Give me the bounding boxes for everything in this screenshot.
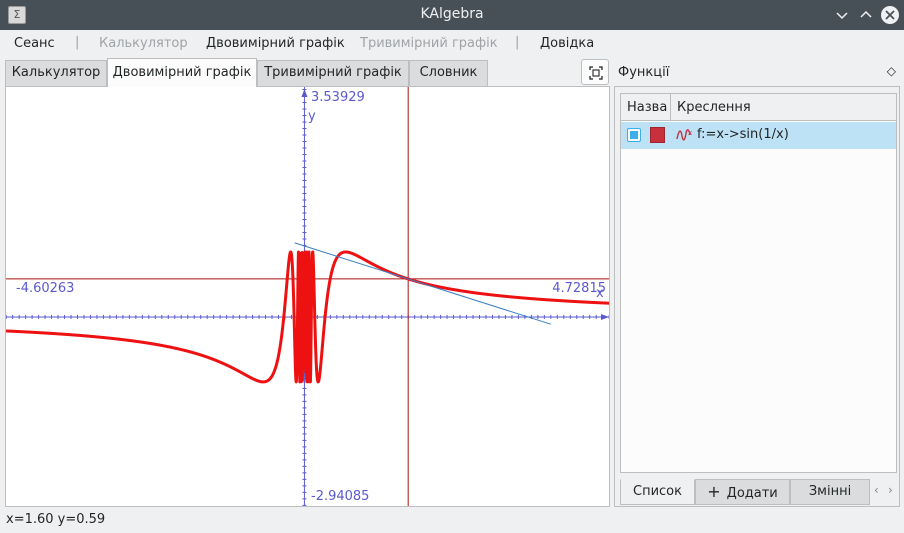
x-axis-name: x — [596, 286, 604, 301]
function-plot-icon: x — [676, 129, 692, 141]
tab-2d-graph[interactable]: Двовимірний графік — [107, 58, 257, 87]
chevron-down-icon — [836, 12, 848, 20]
table-row[interactable]: x f:=x->sin(1/x) — [621, 122, 896, 149]
status-bar: x=1.60 y=0.59 — [0, 509, 904, 533]
x-axis-arrow — [601, 313, 609, 320]
column-divider — [670, 94, 671, 121]
menu-separator: | — [515, 35, 520, 50]
maximize-button[interactable] — [856, 5, 876, 25]
functions-bottom-tabs: Список + Додати Змінні — [620, 479, 900, 505]
menu-calculator[interactable]: Калькулятор — [99, 36, 188, 51]
x-min-label: -4.60263 — [16, 281, 74, 296]
window-title: KAlgebra — [420, 6, 484, 22]
functions-table[interactable]: Назва Креслення x f:=x->sin(1/x) — [620, 93, 897, 473]
column-plot[interactable]: Креслення — [677, 100, 751, 115]
menu-separator: | — [75, 35, 80, 50]
float-panel-icon[interactable]: ◇ — [887, 64, 896, 78]
menu-session[interactable]: Сеанс — [14, 36, 55, 51]
menu-help[interactable]: Довідка — [540, 36, 594, 51]
column-name[interactable]: Назва — [627, 100, 667, 115]
function-color-swatch[interactable] — [650, 127, 665, 143]
fullscreen-icon — [589, 66, 603, 80]
minimize-button[interactable] — [832, 5, 852, 25]
plot-area[interactable]: -4.60263 4.72815 3.53929 -2.94085 x y — [5, 86, 610, 507]
close-button[interactable] — [881, 6, 899, 24]
status-coordinates: x=1.60 y=0.59 — [6, 512, 106, 527]
tab-variables[interactable]: Змінні — [790, 479, 870, 505]
function-plot[interactable]: -4.60263 4.72815 3.53929 -2.94085 x y — [6, 87, 610, 507]
functions-panel-header: Функції ◇ — [614, 58, 904, 86]
menu-3d-graph[interactable]: Тривимірний графік — [360, 36, 498, 51]
chevron-right-icon[interactable]: › — [888, 483, 893, 497]
tab-dictionary[interactable]: Словник — [409, 60, 488, 86]
close-icon — [885, 10, 895, 20]
chevron-left-icon[interactable]: ‹ — [874, 483, 879, 497]
title-bar: Σ KAlgebra — [0, 0, 904, 30]
chevron-up-icon — [860, 10, 872, 18]
tab-add[interactable]: + Додати — [695, 479, 790, 505]
y-axis-name: y — [308, 109, 316, 124]
tab-add-label: Додати — [726, 486, 778, 501]
menu-2d-graph[interactable]: Двовимірний графік — [206, 36, 345, 51]
plus-icon: + — [707, 482, 721, 501]
function-visible-checkbox[interactable] — [627, 128, 641, 142]
tab-list[interactable]: Список — [620, 479, 695, 505]
y-axis-arrow — [301, 89, 308, 97]
y-min-label: -2.94085 — [311, 489, 369, 504]
tab-scroll-arrows[interactable]: ‹ › — [870, 479, 900, 505]
y-max-label: 3.53929 — [311, 90, 365, 105]
tab-3d-graph[interactable]: Тривимірний графік — [257, 60, 409, 86]
tab-calculator[interactable]: Калькулятор — [5, 60, 107, 86]
tangent-line — [294, 242, 551, 325]
svg-text:x: x — [688, 129, 692, 137]
function-expression: f:=x->sin(1/x) — [697, 127, 789, 142]
menu-bar: Сеанс | Калькулятор Двовимірний графік Т… — [0, 30, 904, 58]
functions-panel-title: Функції — [618, 65, 670, 80]
table-header: Назва Креслення — [621, 94, 896, 121]
fullscreen-button[interactable] — [581, 59, 609, 85]
